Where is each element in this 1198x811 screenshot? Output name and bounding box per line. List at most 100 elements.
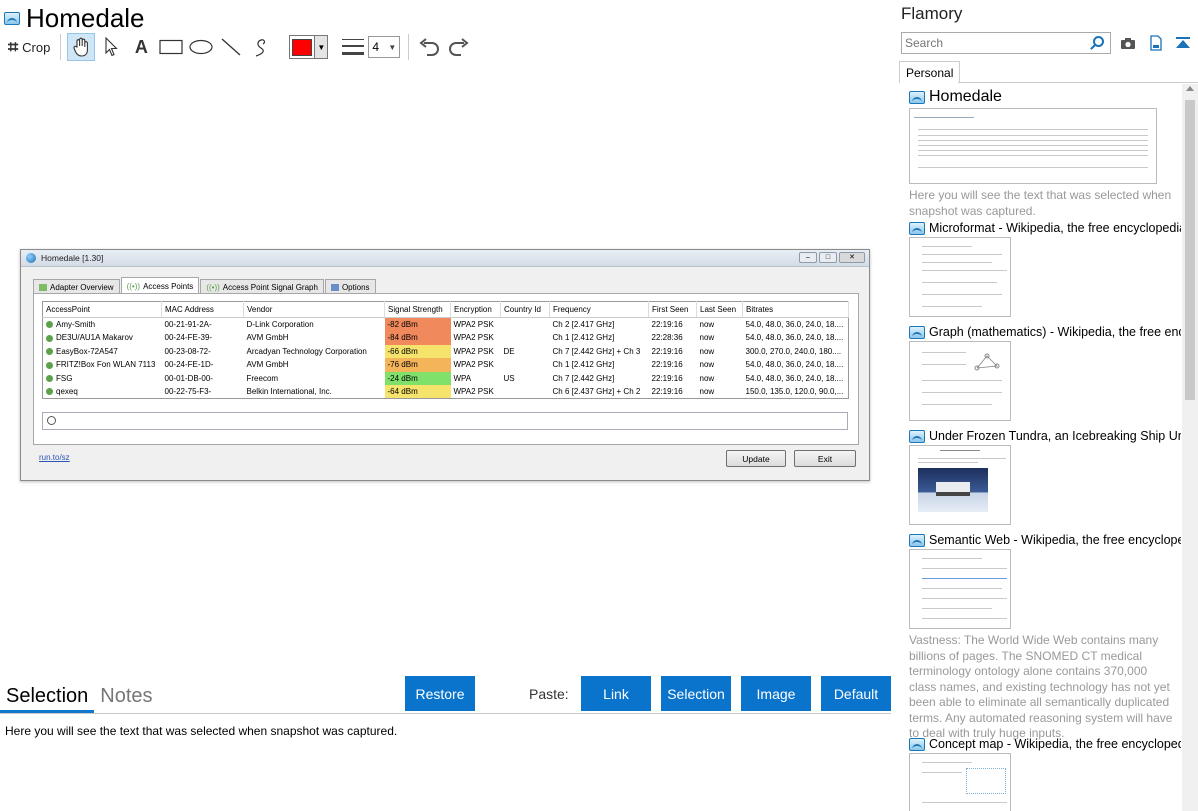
paste-image-button[interactable]: Image [741,676,811,711]
access-point-icon [46,348,53,356]
scroll-up-icon[interactable] [1186,86,1194,91]
camera-icon[interactable] [1120,35,1136,51]
snapshot-search-field [42,412,848,430]
thumbnail-line [922,380,1002,381]
entry-description: Here you will see the text that was sele… [909,188,1172,218]
table-column-header: First Seen [648,301,697,318]
close-icon: ✕ [839,252,865,263]
list-item[interactable]: Under Frozen Tundra, an Icebreaking Ship… [909,429,1181,525]
selection-text[interactable]: Here you will see the text that was sele… [5,724,397,738]
list-item[interactable]: Concept map - Wikipedia, the free encycl… [909,737,1181,811]
scrollbar[interactable] [1182,84,1198,811]
table-cell: -76 dBm [384,358,451,372]
list-item[interactable]: Graph (mathematics) - Wikipedia, the fre… [909,325,1181,421]
table-cell: EasyBox-72A547 [43,345,162,359]
table-cell: 54.0, 48.0, 36.0, 24.0, 18.... [745,333,844,343]
thumbnail-line [922,762,972,763]
table-cell: Arcadyan Technology Corporation [246,346,367,356]
table-cell: -84 dBm [384,331,451,345]
table-cell: Ch 6 [2.437 GHz] + Ch 2 [552,387,641,396]
table-cell: WPA2 PSK [453,320,494,329]
table-row: qexeq 00-22-75-F3- Belkin International, I… [43,385,849,399]
text-tool-icon: A [134,36,148,57]
table-cell: now [699,320,715,329]
tab-notes[interactable]: Notes [94,685,158,713]
line-tool-button[interactable] [217,33,245,61]
list-item[interactable]: Semantic Web - Wikipedia, the free encyc… [909,533,1181,742]
snapshot-window-buttons: – □ ✕ [799,252,865,263]
table-cell: AVM GmbH [246,333,289,343]
document-icon[interactable] [1148,35,1164,51]
hand-tool-button[interactable] [67,33,96,61]
freehand-icon [256,39,266,57]
thumbnail-line [918,145,1148,146]
thumbnail-line [922,598,1007,599]
table-column-header: AccessPoint [42,301,162,318]
snapshot-tab: ((•)) Access Points [120,277,200,294]
thumbnail-line [918,155,1148,156]
table-cell: Ch 1 [2.412 GHz] [552,360,615,370]
search-input[interactable] [902,33,1082,53]
crop-icon: ⌗ [8,36,19,57]
entry-thumbnail [909,445,1011,525]
page-title: Homedale [26,2,145,33]
options-icon [330,283,339,291]
thumbnail-line [922,608,992,609]
chevron-down-icon: ▼ [314,36,328,58]
hand-icon [73,37,89,57]
table-cell [501,318,550,332]
paste-selection-button[interactable]: Selection [661,676,731,711]
access-point-icon [46,361,53,369]
redo-button[interactable] [445,33,473,61]
paste-default-button[interactable]: Default [821,676,891,711]
minimize-icon: – [799,252,817,263]
snapshot-tab-label: Options [341,282,370,292]
table-column-header: Encryption [450,301,501,318]
tab-selection[interactable]: Selection [0,685,95,713]
rectangle-tool-button[interactable] [157,33,185,61]
restore-button[interactable]: Restore [405,676,475,711]
snapshot-icon [909,221,925,235]
list-item[interactable]: Homedale Here you will see the text that… [909,88,1181,219]
table-cell: 22:28:36 [651,333,683,343]
table-column-header: Frequency [549,301,649,318]
entry-thumbnail [909,108,1157,184]
toolbar-separator [60,34,62,60]
table-cell: Amy-Smith [43,318,162,332]
text-tool-button[interactable]: A [127,33,155,61]
search-icon[interactable] [1093,36,1104,47]
scroll-thumb[interactable] [1185,100,1195,400]
snapshot-tab-label: Access Point Signal Graph [222,282,318,292]
table-column-header: Signal Strength [384,301,451,318]
concept-map-graphic [966,768,1006,794]
snapshot-link: run.to/sz [39,453,70,462]
line-width-select[interactable]: 4 ▼ [368,36,401,58]
paste-link-button[interactable]: Link [581,676,651,711]
table-cell: 54.0, 48.0, 36.0, 24.0, 18.... [745,373,844,383]
thumbnail-line [922,802,1007,803]
pointer-tool-button[interactable] [97,33,125,61]
ellipse-tool-button[interactable] [187,33,215,61]
table-cell: Ch 7 [2.442 GHz] + Ch 3 [552,346,641,356]
table-cell: now [699,360,715,370]
access-point-table: AccessPoint MAC Address Vendor Signal Stren… [42,301,849,399]
table-cell: Ch 7 [2.442 GHz] [552,373,615,383]
crop-button[interactable]: ⌗ Crop [4,34,54,60]
thumbnail-line [922,558,982,559]
list-item[interactable]: Microformat - Wikipedia, the free encycl… [909,221,1181,317]
thumbnail-line [922,588,1002,589]
table-cell: WPA2 PSK [453,387,494,396]
collapse-icon[interactable] [1175,35,1191,51]
pen-tool-button[interactable] [247,33,275,61]
rectangle-icon [159,39,183,55]
undo-button[interactable] [415,33,443,61]
table-cell: -64 dBm [384,385,451,399]
entry-thumbnail [909,237,1011,317]
table-cell: WPA2 PSK [453,333,494,343]
snapshot-panel: AccessPoint MAC Address Vendor Signal Stren… [33,293,859,445]
tab-personal[interactable]: Personal [899,61,961,83]
color-picker[interactable]: ▼ [289,35,329,59]
thumbnail-line [922,578,1007,579]
toolbar: ⌗ Crop A ▼ 4 ▼ [4,33,475,61]
thumbnail-line [918,150,1148,151]
